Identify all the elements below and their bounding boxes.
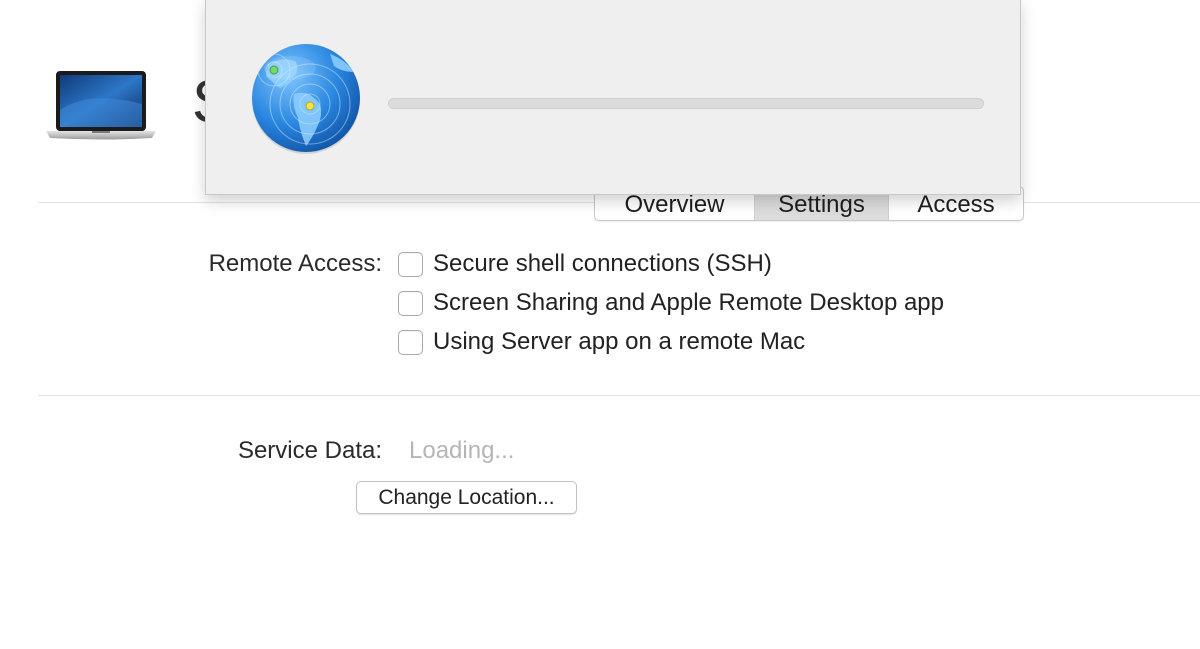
progress-sheet <box>205 0 1021 195</box>
ssh-checkbox[interactable] <box>398 251 423 277</box>
change-location-button[interactable]: Change Location... <box>356 481 577 514</box>
screen-sharing-label[interactable]: Screen Sharing and Apple Remote Desktop … <box>433 289 944 317</box>
server-app-option[interactable]: Using Server app on a remote Mac <box>398 328 805 356</box>
ssh-option[interactable]: Secure shell connections (SSH) <box>398 250 772 278</box>
server-app-checkbox[interactable] <box>398 329 423 355</box>
screen-sharing-option[interactable]: Screen Sharing and Apple Remote Desktop … <box>398 289 944 317</box>
macbook-icon <box>46 71 156 140</box>
screen-sharing-checkbox[interactable] <box>398 290 423 316</box>
section-divider <box>38 395 1200 396</box>
loading-progress-bar <box>388 98 984 109</box>
server-globe-icon <box>252 44 360 154</box>
remote-access-label: Remote Access: <box>208 250 382 277</box>
server-app-label[interactable]: Using Server app on a remote Mac <box>433 328 805 356</box>
service-data-label: Service Data: <box>237 437 382 464</box>
ssh-label[interactable]: Secure shell connections (SSH) <box>433 250 772 278</box>
service-data-value: Loading... <box>409 437 515 464</box>
